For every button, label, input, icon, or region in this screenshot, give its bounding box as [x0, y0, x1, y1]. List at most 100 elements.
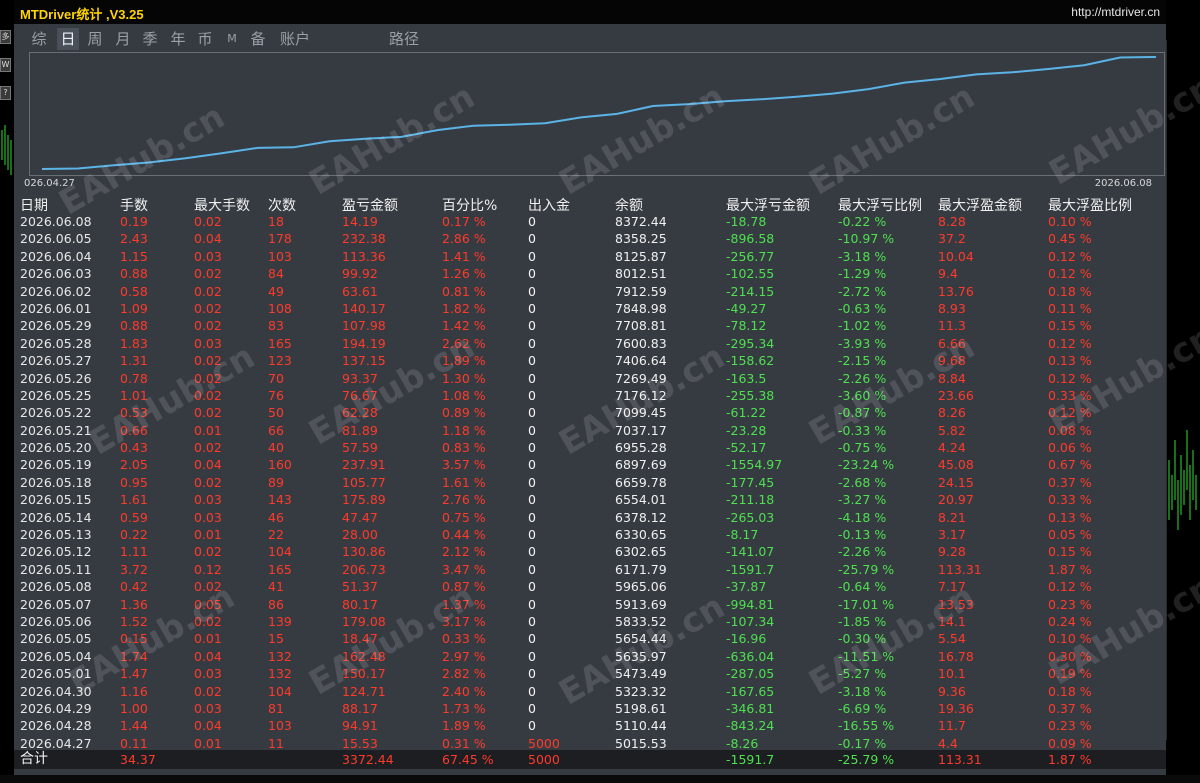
table-row[interactable]: 2026.05.13 0.22 0.01 22 28.00 0.44 % 0 6330.65 -…	[14, 526, 1166, 543]
cell-lots: 0.58	[120, 283, 148, 299]
table-row[interactable]: 2026.05.12 1.11 0.02 104 130.86 2.12 % 0 6302.6…	[14, 543, 1166, 560]
tab-quarter[interactable]: 季	[139, 28, 161, 50]
cell-balance: 7099.45	[615, 405, 667, 421]
cell-max-float-loss-pct: -17.01 %	[838, 596, 895, 612]
cell-lots: 0.19	[120, 214, 148, 229]
col-max-float-loss[interactable]: 最大浮亏金额	[726, 195, 810, 215]
tab-summary[interactable]: 综	[28, 28, 50, 50]
table-row[interactable]: 2026.06.03 0.88 0.02 84 99.92 1.26 % 0 8012.51 -…	[14, 265, 1166, 282]
cell-deposit: 0	[528, 683, 536, 699]
table-row[interactable]: 2026.06.01 1.09 0.02 108 140.17 1.82 % 0 7848.9…	[14, 300, 1166, 317]
cell-max-float-profit: 4.24	[938, 440, 966, 456]
cell-max-float-loss: -636.04	[726, 648, 775, 664]
col-max-float-loss-pct[interactable]: 最大浮亏比例	[838, 195, 922, 215]
cell-max-lots: 0.02	[194, 405, 222, 421]
cell-balance: 5110.44	[615, 718, 667, 734]
table-row[interactable]: 2026.04.30 1.16 0.02 104 124.71 2.40 % 0 5323.3…	[14, 683, 1166, 700]
table-row[interactable]: 2026.05.27 1.31 0.02 123 137.15 1.89 % 0 7406.6…	[14, 352, 1166, 369]
table-row[interactable]: 2026.05.04 1.74 0.04 132 162.48 2.97 % 0 5635.9…	[14, 648, 1166, 665]
table-row[interactable]: 2026.05.08 0.42 0.02 41 51.37 0.87 % 0 5965.06 -…	[14, 578, 1166, 595]
table-row[interactable]: 2026.06.08 0.19 0.02 18 14.19 0.17 % 0 8372.44 -…	[14, 213, 1166, 230]
table-row[interactable]: 2026.05.07 1.36 0.05 86 80.17 1.37 % 0 5913.69 -…	[14, 596, 1166, 613]
table-row[interactable]: 2026.05.11 3.72 0.12 165 206.73 3.47 % 0 6171.7…	[14, 561, 1166, 578]
tab-m[interactable]: M	[222, 28, 242, 50]
cell-lots: 1.61	[120, 492, 148, 508]
table-row[interactable]: 2026.05.25 1.01 0.02 76 76.67 1.08 % 0 7176.12 -…	[14, 387, 1166, 404]
table-row[interactable]: 2026.06.02 0.58 0.02 49 63.61 0.81 % 0 7912.59 -…	[14, 283, 1166, 300]
table-header: 日期 手数 最大手数 次数 盈亏金额 百分比% 出入金 余额 最大浮亏金额 最大…	[14, 193, 1166, 215]
tab-path[interactable]: 路径	[386, 28, 422, 50]
table-row[interactable]: 2026.05.28 1.83 0.03 165 194.19 2.62 % 0 7600.8…	[14, 335, 1166, 352]
table-row[interactable]: 2026.05.18 0.95 0.02 89 105.77 1.61 % 0 6659.78…	[14, 474, 1166, 491]
cell-max-float-loss: -163.5	[726, 370, 767, 386]
tab-month[interactable]: 月	[112, 28, 134, 50]
cell-count: 40	[268, 440, 284, 456]
cell-max-float-profit: 9.4	[938, 266, 958, 282]
table-row[interactable]: 2026.05.22 0.53 0.02 50 62.28 0.89 % 0 7099.45 -…	[14, 404, 1166, 421]
table-row[interactable]: 2026.04.29 1.00 0.03 81 88.17 1.73 % 0 5198.61 -…	[14, 700, 1166, 717]
cell-count: 84	[268, 266, 284, 282]
table-row[interactable]: 2026.06.05 2.43 0.04 178 232.38 2.86 % 0 8358.2…	[14, 230, 1166, 247]
cell-max-float-profit-pct: 0.37 %	[1048, 700, 1092, 716]
cell-date: 2026.05.08	[20, 579, 92, 595]
cell-count: 103	[268, 718, 292, 734]
side-button-1[interactable]: 多	[0, 30, 11, 44]
cell-lots: 0.53	[120, 405, 148, 421]
col-profit-loss[interactable]: 盈亏金额	[342, 195, 398, 215]
col-max-float-profit[interactable]: 最大浮盈金额	[938, 195, 1022, 215]
table-row[interactable]: 2026.05.15 1.61 0.03 143 175.89 2.76 % 0 6554.0…	[14, 491, 1166, 508]
col-lots[interactable]: 手数	[120, 195, 148, 215]
col-percent[interactable]: 百分比%	[442, 195, 497, 215]
cell-max-float-profit: 7.17	[938, 579, 966, 595]
cell-max-float-loss-pct: -0.64 %	[838, 579, 887, 595]
cell-profit-loss: 179.08	[342, 613, 386, 629]
tab-day[interactable]: 日	[57, 28, 79, 50]
app-url-link[interactable]: http://mtdriver.cn	[1071, 5, 1160, 19]
table-row[interactable]: 2026.05.20 0.43 0.02 40 57.59 0.83 % 0 6955.28 -…	[14, 439, 1166, 456]
side-button-3[interactable]: ?	[0, 86, 11, 100]
col-deposit[interactable]: 出入金	[528, 195, 570, 215]
tab-year[interactable]: 年	[167, 28, 189, 50]
cell-max-lots: 0.02	[194, 318, 222, 334]
table-row[interactable]: 2026.05.26 0.78 0.02 70 93.37 1.30 % 0 7269.49 -…	[14, 370, 1166, 387]
tab-account[interactable]: 账户	[277, 28, 313, 50]
col-max-lots[interactable]: 最大手数	[194, 195, 250, 215]
cell-profit-loss: 232.38	[342, 231, 386, 247]
cell-max-float-profit-pct: 0.12 %	[1048, 335, 1092, 351]
total-max-float-loss: -1591.7	[726, 752, 775, 767]
cell-percent: 3.57 %	[442, 457, 486, 473]
table-row[interactable]: 2026.05.21 0.66 0.01 66 81.89 1.18 % 0 7037.17 -…	[14, 422, 1166, 439]
col-max-float-profit-pct[interactable]: 最大浮盈比例	[1048, 195, 1132, 215]
cell-max-float-profit: 8.93	[938, 300, 966, 316]
cell-max-float-profit: 14.1	[938, 613, 966, 629]
tab-currency[interactable]: 币	[194, 28, 216, 50]
table-row[interactable]: 2026.04.28 1.44 0.04 103 94.91 1.89 % 0 5110.44…	[14, 717, 1166, 734]
title-bar: MTDriver统计 ,V3.25 http://mtdriver.cn	[14, 0, 1166, 24]
col-count[interactable]: 次数	[268, 195, 296, 215]
table-row[interactable]: 2026.05.05 0.15 0.01 15 18.47 0.33 % 0 5654.44 -…	[14, 630, 1166, 647]
cell-deposit: 0	[528, 544, 536, 560]
table-row[interactable]: 2026.05.06 1.52 0.02 139 179.08 3.17 % 0 5833.5…	[14, 613, 1166, 630]
cell-max-float-profit-pct: 0.15 %	[1048, 544, 1092, 560]
cell-lots: 0.59	[120, 509, 148, 525]
cell-max-float-loss-pct: -2.72 %	[838, 283, 887, 299]
col-date[interactable]: 日期	[20, 195, 48, 215]
col-balance[interactable]: 余额	[615, 195, 643, 215]
table-row[interactable]: 2026.05.14 0.59 0.03 46 47.47 0.75 % 0 6378.12 -…	[14, 509, 1166, 526]
cell-count: 81	[268, 700, 284, 716]
cell-lots: 1.74	[120, 648, 148, 664]
cell-max-float-profit-pct: 0.33 %	[1048, 387, 1092, 403]
tab-notes[interactable]: 备	[247, 28, 269, 50]
cell-balance: 5654.44	[615, 631, 667, 647]
cell-profit-loss: 113.36	[342, 248, 386, 264]
table-row[interactable]: 2026.06.04 1.15 0.03 103 113.36 1.41 % 0 8125.8…	[14, 248, 1166, 265]
tab-week[interactable]: 周	[84, 28, 106, 50]
table-row[interactable]: 2026.05.19 2.05 0.04 160 237.91 3.57 % 0 6897.6…	[14, 456, 1166, 473]
cell-max-float-profit-pct: 0.18 %	[1048, 683, 1092, 699]
cell-profit-loss: 18.47	[342, 631, 378, 647]
table-row[interactable]: 2026.05.29 0.88 0.02 83 107.98 1.42 % 0 7708.81…	[14, 317, 1166, 334]
cell-max-float-profit-pct: 0.12 %	[1048, 405, 1092, 421]
left-price-bars	[1, 125, 12, 175]
table-row[interactable]: 2026.05.01 1.47 0.03 132 150.17 2.82 % 0 5473.4…	[14, 665, 1166, 682]
side-button-2[interactable]: W	[0, 58, 11, 72]
